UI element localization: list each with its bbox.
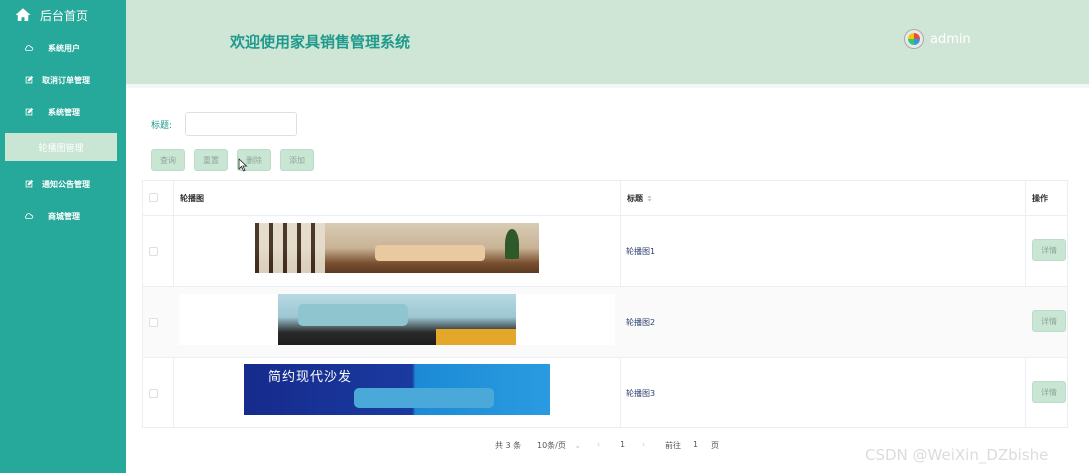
banner-text: 简约现代沙发 [268, 370, 353, 385]
edit-icon [25, 75, 34, 84]
sort-icon[interactable] [646, 195, 653, 202]
user-menu[interactable]: admin [904, 29, 971, 49]
row-title: 轮播图3 [626, 389, 656, 398]
chevron-down-icon: ⌄ [574, 441, 582, 450]
pagination-total: 共 3 条 [495, 441, 522, 450]
column-header-title-label: 标题 [627, 193, 643, 203]
sidebar-item-notices[interactable]: 通知公告管理 [24, 174, 124, 194]
sidebar-item-mall[interactable]: 商城管理 [24, 206, 124, 226]
page-unit-label: 页 [711, 441, 719, 450]
row-checkbox[interactable] [149, 389, 158, 398]
detail-button[interactable]: 详情 [1032, 381, 1066, 403]
sidebar-item-cancel-orders[interactable]: 取消订单管理 [24, 70, 124, 90]
sidebar-home[interactable]: 后台首页 [14, 6, 88, 24]
sidebar-item-label: 系统用户 [48, 43, 80, 53]
sidebar-home-label: 后台首页 [40, 8, 89, 23]
carousel-image-3: 简约现代沙发 [244, 364, 550, 415]
column-header-title[interactable]: 标题 [627, 181, 653, 215]
header: 欢迎使用家具销售管理系统 admin [126, 0, 1089, 84]
sidebar-item-carousel[interactable]: 轮播图管理 [5, 133, 117, 161]
username: admin [930, 31, 971, 47]
sidebar-item-label: 取消订单管理 [42, 75, 90, 85]
title-search-input[interactable] [185, 112, 297, 136]
row-checkbox[interactable] [149, 247, 158, 256]
column-header-action: 操作 [1032, 193, 1048, 203]
next-page-icon[interactable]: › [642, 440, 645, 449]
page-size-value: 10条/页 [537, 441, 566, 450]
home-icon [15, 8, 31, 21]
sidebar: 后台首页 系统用户 取消订单管理 系统管理 轮播图管理 通知公告管理 商城管理 [0, 0, 126, 473]
table-row: 简约现代沙发 轮播图3 详情 [143, 357, 1067, 428]
reset-button[interactable]: 重置 [194, 149, 228, 171]
carousel-table: 轮播图 标题 操作 轮播图1 详情 轮播图2 详情 简约现代沙发 轮播图3 详情 [142, 180, 1068, 428]
row-checkbox[interactable] [149, 318, 158, 327]
select-all-checkbox[interactable] [149, 193, 158, 202]
add-button[interactable]: 添加 [280, 149, 314, 171]
goto-label: 前往 [665, 441, 681, 450]
page-number-current[interactable]: 1 [620, 440, 625, 449]
edit-icon [25, 179, 34, 188]
detail-button[interactable]: 详情 [1032, 310, 1066, 332]
goto-page-input[interactable]: 1 [693, 440, 698, 449]
avatar[interactable] [904, 29, 924, 49]
column-header-image: 轮播图 [180, 193, 204, 203]
page-title: 欢迎使用家具销售管理系统 [230, 33, 411, 51]
carousel-image-1 [255, 223, 539, 273]
mouse-cursor-icon [238, 158, 248, 172]
main-content: 标题: 查询 重置 删除 添加 轮播图 标题 操作 轮播图1 详情 轮播图2 详… [126, 84, 1089, 473]
query-button[interactable]: 查询 [151, 149, 185, 171]
title-filter-label: 标题: [151, 121, 173, 131]
cloud-icon [25, 45, 34, 51]
carousel-image-2 [278, 294, 516, 345]
carousel-image-2-frame [179, 294, 615, 345]
row-title: 轮播图1 [626, 247, 656, 256]
edit-icon [25, 107, 34, 116]
page-size-select[interactable]: 10条/页 ⌄ [537, 440, 581, 451]
detail-button[interactable]: 详情 [1032, 239, 1066, 261]
row-title: 轮播图2 [626, 318, 656, 327]
sidebar-item-system-users[interactable]: 系统用户 [24, 38, 124, 58]
watermark: CSDN @WeiXin_DZbishe [865, 446, 1049, 464]
sidebar-item-label: 系统管理 [48, 107, 80, 117]
sidebar-item-label: 通知公告管理 [42, 179, 90, 189]
table-row: 轮播图1 详情 [143, 215, 1067, 286]
prev-page-icon[interactable]: ‹ [597, 440, 600, 449]
sidebar-item-label: 商城管理 [48, 211, 80, 221]
sidebar-item-label: 轮播图管理 [38, 143, 84, 154]
sidebar-item-system-manage[interactable]: 系统管理 [24, 102, 124, 122]
table-row: 轮播图2 详情 [143, 286, 1067, 357]
cloud-icon [25, 213, 34, 219]
